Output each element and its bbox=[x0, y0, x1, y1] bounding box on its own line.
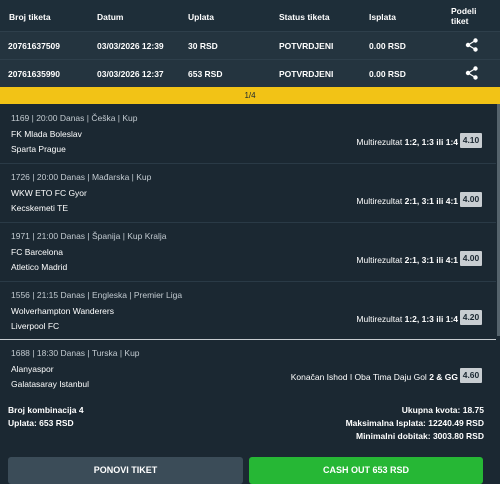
bet-pick-type: Multirezultat bbox=[356, 314, 405, 324]
repeat-ticket-button[interactable]: PONOVI TIKET bbox=[8, 457, 243, 484]
bet-odd: 4.10 bbox=[460, 133, 482, 148]
bet-home-team: FK Mlada Boleslav bbox=[11, 129, 82, 139]
col-share-line2: tiket bbox=[451, 16, 469, 26]
ticket-id: 20761635990 bbox=[8, 69, 61, 79]
bet-pick: Multirezultat 1:2, 1:3 ili 1:4 bbox=[356, 314, 458, 324]
bet-pick-value: 2:1, 3:1 ili 4:1 bbox=[404, 196, 458, 206]
bet-away-team: Kecskemeti TE bbox=[11, 203, 69, 213]
divider bbox=[0, 222, 496, 223]
col-stake: Uplata bbox=[188, 12, 214, 22]
cash-out-button[interactable]: CASH OUT 653 RSD bbox=[249, 457, 483, 484]
stake-total: Uplata: 653 RSD bbox=[8, 418, 74, 428]
bet-pick-value: 1:2, 1:3 ili 1:4 bbox=[404, 137, 458, 147]
bet-home-team: Alanyaspor bbox=[11, 364, 54, 374]
col-share: Podeli tiket bbox=[451, 6, 477, 26]
ticket-id: 20761637509 bbox=[8, 41, 61, 51]
divider bbox=[0, 163, 496, 164]
bet-pick-value: 2:1, 3:1 ili 4:1 bbox=[404, 255, 458, 265]
bet-pick-value: 2 & GG bbox=[429, 372, 458, 382]
bet-meta: 1971 | 21:00 Danas | Španija | Kup Kralj… bbox=[11, 231, 167, 241]
total-odds: Ukupna kvota: 18.75 bbox=[401, 405, 484, 415]
bet-meta: 1688 | 18:30 Danas | Turska | Kup bbox=[11, 348, 140, 358]
col-payout: Isplata bbox=[369, 12, 396, 22]
bet-pick: Multirezultat 2:1, 3:1 ili 4:1 bbox=[356, 255, 458, 265]
bet-odd: 4.60 bbox=[460, 368, 482, 383]
bet-item: 1688 | 18:30 Danas | Turska | Kup Alanya… bbox=[0, 339, 500, 399]
bet-meta: 1726 | 20:00 Danas | Mađarska | Kup bbox=[11, 172, 152, 182]
bet-away-team: Atletico Madrid bbox=[11, 262, 68, 272]
bet-meta: 1556 | 21:15 Danas | Engleska | Premier … bbox=[11, 290, 183, 300]
bet-pick: Konačan Ishod I Oba Tima Daju Gol 2 & GG bbox=[291, 372, 458, 382]
ticket-status: POTVRDJENI bbox=[279, 41, 334, 51]
ticket-table-header: Broj tiketa Datum Uplata Status tiketa I… bbox=[0, 0, 500, 31]
bet-meta: 1169 | 20:00 Danas | Češka | Kup bbox=[11, 113, 138, 123]
bet-away-team: Sparta Prague bbox=[11, 144, 66, 154]
bet-pick: Multirezultat 1:2, 1:3 ili 1:4 bbox=[356, 137, 458, 147]
ticket-stake: 30 RSD bbox=[188, 41, 218, 51]
pager[interactable]: 1/4 bbox=[0, 87, 500, 104]
divider bbox=[0, 281, 496, 282]
bet-item: 1556 | 21:15 Danas | Engleska | Premier … bbox=[0, 281, 500, 339]
bet-away-team: Liverpool FC bbox=[11, 321, 60, 331]
ticket-date: 03/03/2026 12:37 bbox=[97, 69, 164, 79]
col-share-line1: Podeli bbox=[451, 6, 477, 16]
col-date: Datum bbox=[97, 12, 124, 22]
bet-pick-type: Multirezultat bbox=[356, 196, 405, 206]
bet-home-team: WKW ETO FC Gyor bbox=[11, 188, 87, 198]
bet-item: 1169 | 20:00 Danas | Češka | Kup FK Mlad… bbox=[0, 104, 500, 163]
ticket-row[interactable]: 20761635990 03/03/2026 12:37 653 RSD POT… bbox=[0, 59, 500, 87]
min-win: Minimalni dobitak: 3003.80 RSD bbox=[355, 431, 484, 441]
bet-pick: Multirezultat 2:1, 3:1 ili 4:1 bbox=[356, 196, 458, 206]
ticket-status: POTVRDJENI bbox=[279, 69, 334, 79]
col-ticket-id: Broj tiketa bbox=[9, 12, 51, 22]
ticket-stake: 653 RSD bbox=[188, 69, 223, 79]
bet-item: 1971 | 21:00 Danas | Španija | Kup Kralj… bbox=[0, 222, 500, 281]
bet-odd: 4.20 bbox=[460, 310, 482, 325]
bet-pick-value: 1:2, 1:3 ili 1:4 bbox=[404, 314, 458, 324]
ticket-payout: 0.00 RSD bbox=[369, 69, 406, 79]
ticket-row[interactable]: 20761637509 03/03/2026 12:39 30 RSD POTV… bbox=[0, 31, 500, 59]
share-icon[interactable] bbox=[464, 65, 480, 81]
ticket-payout: 0.00 RSD bbox=[369, 41, 406, 51]
bet-item: 1726 | 20:00 Danas | Mađarska | Kup WKW … bbox=[0, 163, 500, 222]
col-status: Status tiketa bbox=[279, 12, 330, 22]
bet-odd: 4.00 bbox=[460, 251, 482, 266]
combinations-count: Broj kombinacija 4 bbox=[8, 405, 84, 415]
divider bbox=[0, 339, 496, 340]
bet-odd: 4.00 bbox=[460, 192, 482, 207]
ticket-date: 03/03/2026 12:39 bbox=[97, 41, 164, 51]
share-icon[interactable] bbox=[464, 37, 480, 53]
bet-pick-type: Multirezultat bbox=[356, 255, 405, 265]
bet-home-team: FC Barcelona bbox=[11, 247, 63, 257]
bet-pick-type: Konačan Ishod I Oba Tima Daju Gol bbox=[290, 372, 430, 382]
max-payout: Maksimalna Isplata: 12240.49 RSD bbox=[345, 418, 484, 428]
bet-pick-type: Multirezultat bbox=[356, 137, 405, 147]
bet-home-team: Wolverhampton Wanderers bbox=[11, 306, 114, 316]
bet-away-team: Galatasaray Istanbul bbox=[11, 379, 89, 389]
